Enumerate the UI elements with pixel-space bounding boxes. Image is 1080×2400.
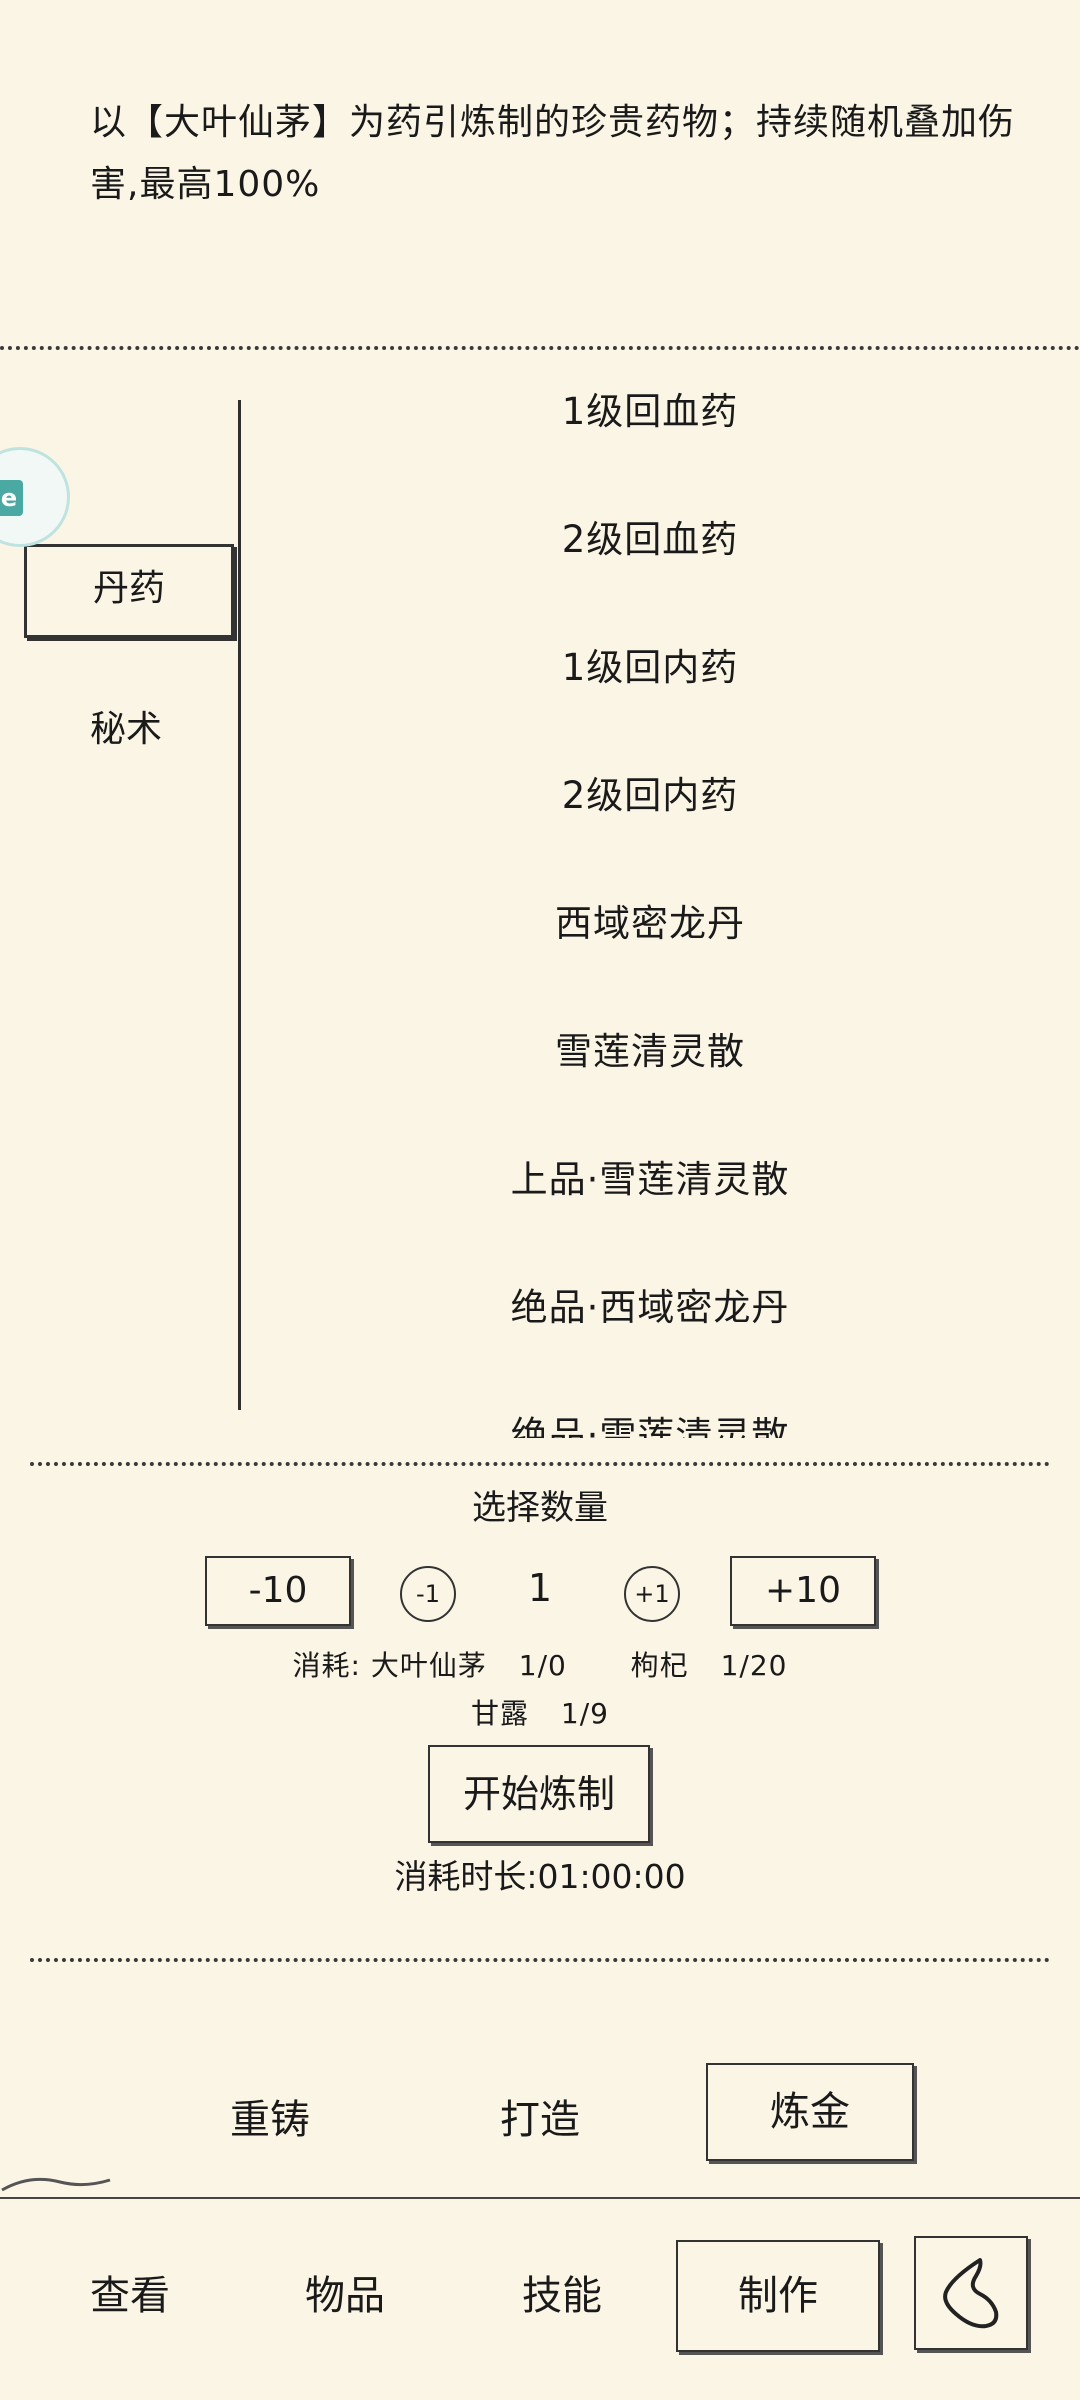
plus-10-button[interactable]: +10 [730,1556,876,1626]
separator-middle [30,1462,1050,1466]
material-count: 1/0 [518,1649,567,1682]
start-craft-label: 开始炼制 [462,1772,615,1816]
tab-alchemy[interactable]: 炼金 [706,2063,914,2161]
recipe-list[interactable]: 1级回血药 2级回血药 1级回内药 2级回内药 西域密龙丹 雪莲清灵散 上品·雪… [250,370,1050,1438]
nav-skills[interactable]: 技能 [482,2256,642,2336]
nav-view[interactable]: 查看 [50,2256,210,2336]
recipe-item[interactable]: 西域密龙丹 [250,882,1050,1010]
tab-forge-label: 打造 [500,2097,580,2143]
separator-top [0,346,1080,350]
minus-1-label: -1 [416,1580,440,1608]
recipe-item[interactable]: 2级回内药 [250,754,1050,882]
material-name: 甘露 [471,1697,530,1730]
plus-1-label: +1 [634,1580,670,1608]
nav-items[interactable]: 物品 [265,2256,425,2336]
recipe-item[interactable]: 绝品·西域密龙丹 [250,1266,1050,1394]
nav-craft[interactable]: 制作 [676,2240,880,2352]
tab-recast[interactable]: 重铸 [180,2080,360,2160]
brush-stroke-decoration [1,2177,111,2192]
craft-duration: 消耗时长:01:00:00 [394,1857,686,1896]
back-arrow-icon [943,2258,999,2329]
nav-top-line [0,2197,1080,2199]
nav-skills-label: 技能 [522,2273,602,2319]
separator-lower [30,1958,1050,1962]
nav-craft-label: 制作 [738,2273,818,2319]
sidebar-divider [238,400,241,1410]
quantity-value: 1 [527,1566,553,1610]
plus-1-button[interactable]: +1 [624,1566,680,1622]
recipe-item[interactable]: 2级回血药 [250,498,1050,626]
material-name: 枸杞 [630,1649,689,1682]
recipe-item[interactable]: 1级回血药 [250,370,1050,498]
tab-recast-label: 重铸 [230,2097,310,2143]
consume-line-2: 甘露 1/9 [0,1692,1080,1732]
tab-forge[interactable]: 打造 [450,2080,630,2160]
material-count: 1/9 [560,1697,609,1730]
nav-items-label: 物品 [305,2273,385,2319]
back-button[interactable] [914,2236,1028,2350]
material-name: 大叶仙茅 [370,1649,487,1682]
category-tab-label: 丹药 [92,568,165,609]
category-tab-label: 秘术 [89,709,162,750]
nav-view-label: 查看 [90,2273,170,2319]
tab-alchemy-label: 炼金 [770,2089,850,2135]
quantity-title: 选择数量 [472,1488,608,1528]
floating-assistant-icon[interactable]: e [0,447,70,547]
minus-1-button[interactable]: -1 [400,1566,456,1622]
minus-10-label: -10 [248,1570,308,1611]
recipe-item[interactable]: 雪莲清灵散 [250,1010,1050,1138]
category-tab-pills[interactable]: 丹药 [24,544,234,638]
category-tab-secret-arts[interactable]: 秘术 [24,688,228,776]
start-craft-button[interactable]: 开始炼制 [428,1745,650,1843]
minus-10-button[interactable]: -10 [205,1556,351,1626]
recipe-item[interactable]: 绝品·雪莲清灵散 [250,1394,1050,1438]
recipe-item[interactable]: 1级回内药 [250,626,1050,754]
item-description: 以【大叶仙茅】为药引炼制的珍贵药物；持续随机叠加伤害,最高100% [90,102,1016,205]
material-count: 1/20 [720,1649,788,1682]
consume-line-1: 消耗: 大叶仙茅 1/0 枸杞 1/20 [0,1644,1080,1684]
plus-10-label: +10 [765,1570,841,1611]
badge-glyph-icon: e [0,480,23,516]
consume-prefix: 消耗: [292,1649,361,1682]
recipe-item[interactable]: 上品·雪莲清灵散 [250,1138,1050,1266]
